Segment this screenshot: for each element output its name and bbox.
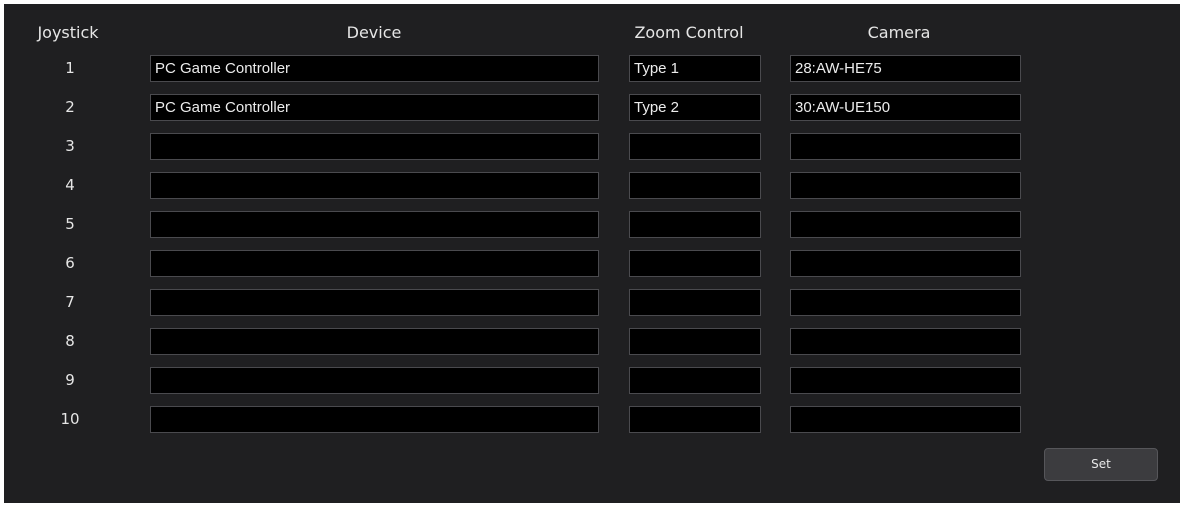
table-row: 5 (4, 211, 1180, 240)
zoom-control-field[interactable] (629, 211, 761, 238)
device-field[interactable] (150, 367, 599, 394)
header-joystick: Joystick (37, 23, 99, 42)
camera-field[interactable]: 30:AW-UE150 (790, 94, 1021, 121)
zoom-control-field[interactable] (629, 172, 761, 199)
joystick-number: 3 (65, 137, 75, 155)
zoom-control-field[interactable] (629, 328, 761, 355)
joystick-number: 5 (65, 215, 75, 233)
zoom-control-field[interactable] (629, 367, 761, 394)
device-field[interactable] (150, 328, 599, 355)
joystick-assignment-panel: Joystick Device Zoom Control Camera 1 PC … (4, 4, 1180, 503)
table-row: 2 PC Game Controller Type 2 30:AW-UE150 (4, 94, 1180, 123)
camera-field[interactable] (790, 289, 1021, 316)
device-field[interactable] (150, 406, 599, 433)
device-field[interactable] (150, 133, 599, 160)
device-field[interactable]: PC Game Controller (150, 55, 599, 82)
camera-field[interactable] (790, 172, 1021, 199)
camera-field[interactable] (790, 367, 1021, 394)
table-row: 3 (4, 133, 1180, 162)
table-row: 4 (4, 172, 1180, 201)
device-field[interactable] (150, 289, 599, 316)
joystick-number: 6 (65, 254, 75, 272)
device-field[interactable] (150, 211, 599, 238)
zoom-control-field[interactable] (629, 289, 761, 316)
header-camera: Camera (867, 23, 931, 42)
zoom-control-field[interactable]: Type 1 (629, 55, 761, 82)
camera-field[interactable] (790, 211, 1021, 238)
joystick-number: 7 (65, 293, 75, 311)
header-device: Device (346, 23, 402, 42)
camera-field[interactable]: 28:AW-HE75 (790, 55, 1021, 82)
joystick-number: 9 (65, 371, 75, 389)
zoom-control-field[interactable] (629, 250, 761, 277)
device-field[interactable]: PC Game Controller (150, 94, 599, 121)
joystick-number: 1 (65, 59, 75, 77)
header-zoom-control: Zoom Control (634, 23, 744, 42)
table-row: 7 (4, 289, 1180, 318)
camera-field[interactable] (790, 250, 1021, 277)
device-field[interactable] (150, 172, 599, 199)
zoom-control-field[interactable]: Type 2 (629, 94, 761, 121)
table-row: 8 (4, 328, 1180, 357)
table-row: 6 (4, 250, 1180, 279)
camera-field[interactable] (790, 406, 1021, 433)
table-row: 9 (4, 367, 1180, 396)
set-button[interactable]: Set (1044, 448, 1158, 481)
zoom-control-field[interactable] (629, 406, 761, 433)
camera-field[interactable] (790, 133, 1021, 160)
joystick-number: 2 (65, 98, 75, 116)
table-row: 1 PC Game Controller Type 1 28:AW-HE75 (4, 55, 1180, 84)
device-field[interactable] (150, 250, 599, 277)
joystick-number: 10 (60, 410, 80, 428)
table-row: 10 (4, 406, 1180, 435)
camera-field[interactable] (790, 328, 1021, 355)
joystick-number: 8 (65, 332, 75, 350)
joystick-number: 4 (65, 176, 75, 194)
zoom-control-field[interactable] (629, 133, 761, 160)
